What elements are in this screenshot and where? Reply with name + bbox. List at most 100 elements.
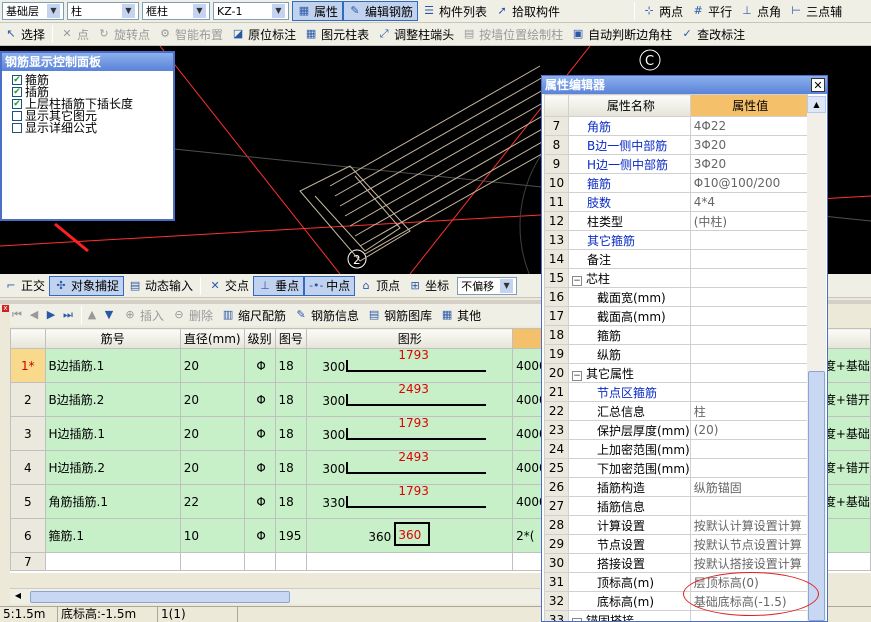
next-icon[interactable]: ▶ [44, 308, 58, 322]
prev-icon[interactable]: ◀ [27, 308, 41, 322]
attribute-button[interactable]: ▦ 属性 [292, 1, 344, 21]
origin-label-button[interactable]: ◪ 原位标注 [227, 24, 300, 44]
object-snap-button[interactable]: ✣ 对象捕捉 [49, 275, 125, 296]
property-row[interactable]: 26 插筋构造 纵筋锚固 [544, 477, 808, 497]
select-button[interactable]: ↖ 选择 [0, 24, 49, 44]
scroll-up-icon[interactable]: ▲ [807, 96, 826, 113]
close-icon[interactable]: ✕ [811, 78, 825, 92]
cell-diameter[interactable] [179, 552, 245, 571]
parallel-button[interactable]: # 平行 [687, 1, 736, 21]
cell-name[interactable]: H边插筋.1 [44, 416, 181, 451]
property-row[interactable]: 8 B边一侧中部筋 3Φ20 [544, 135, 808, 155]
property-scrollbar[interactable]: ▲ [807, 96, 826, 621]
collapse-icon[interactable]: − [572, 275, 582, 286]
adjust-end-button[interactable]: ⤢ 调整柱端头 [373, 24, 458, 44]
cell-diameter[interactable]: 22 [179, 484, 245, 519]
component-select[interactable]: KZ-1 ▼ [213, 2, 289, 20]
edit-rebar-button[interactable]: ✎ 编辑钢筋 [343, 1, 419, 21]
cell-diameter[interactable]: 20 [179, 382, 245, 417]
auto-corner-button[interactable]: ▣ 自动判断边角柱 [567, 24, 676, 44]
property-row[interactable]: 20− 其它属性 [544, 363, 808, 383]
row-number[interactable]: 3 [10, 416, 46, 451]
cell-grade[interactable]: Φ [243, 348, 276, 383]
property-row[interactable]: 18 箍筋 [544, 325, 808, 345]
property-value[interactable] [689, 249, 808, 269]
property-row[interactable]: 17 截面高(mm) [544, 306, 808, 326]
property-row[interactable]: 11 肢数 4*4 [544, 192, 808, 212]
cell-figure[interactable]: 18 [274, 450, 308, 485]
property-value[interactable]: 3Φ20 [689, 135, 808, 155]
cell-name[interactable] [44, 552, 181, 571]
cell-shape[interactable] [306, 552, 514, 571]
cell-grade[interactable]: Φ [243, 450, 276, 485]
property-value[interactable] [689, 230, 808, 250]
cell-figure[interactable]: 18 [274, 348, 308, 383]
row-number[interactable]: 4 [10, 450, 46, 485]
property-row[interactable]: 14 备注 [544, 249, 808, 269]
row-number[interactable]: 2 [10, 382, 46, 417]
smart-layout-button[interactable]: ⚙ 智能布置 [154, 24, 227, 44]
check-label-button[interactable]: ✓ 查改标注 [676, 24, 749, 44]
cell-grade[interactable]: Φ [243, 416, 276, 451]
property-row[interactable]: 21 节点区箍筋 [544, 382, 808, 402]
cell-name[interactable]: H边插筋.2 [44, 450, 181, 485]
property-row[interactable]: 28 计算设置 按默认计算设置计算 [544, 515, 808, 535]
property-value[interactable] [689, 363, 808, 383]
property-value[interactable]: 按默认计算设置计算 [689, 515, 808, 535]
offset-select[interactable]: 不偏移 ▼ [457, 276, 518, 295]
checkbox[interactable]: ✔ [12, 87, 22, 97]
first-icon[interactable]: ⏮ [10, 308, 24, 322]
midpoint-button[interactable]: -•- 中点 [304, 275, 356, 296]
cell-shape[interactable]: 330 1793 [306, 484, 514, 519]
cell-figure[interactable]: 195 [274, 518, 308, 553]
point-angle-button[interactable]: ⊥ 点角 [736, 1, 785, 21]
cell-name[interactable]: 箍筋.1 [44, 518, 181, 553]
cell-name[interactable]: 角筋插筋.1 [44, 484, 181, 519]
up-icon[interactable]: ▲ [85, 308, 99, 322]
property-row[interactable]: 25 下加密范围(mm) [544, 458, 808, 478]
cell-shape[interactable]: 300 2493 [306, 382, 514, 417]
rebar-library-button[interactable]: ▤ 钢筋图库 [363, 305, 436, 325]
property-value[interactable]: 3Φ20 [689, 154, 808, 174]
insert-button[interactable]: ⊕ 插入 [119, 305, 168, 325]
property-value[interactable]: (中柱) [689, 211, 808, 231]
property-value[interactable]: Φ10@100/200 [689, 173, 808, 193]
property-value[interactable]: (20) [689, 420, 808, 440]
cell-grade[interactable]: Φ [243, 382, 276, 417]
close-icon[interactable]: x [2, 305, 9, 312]
checkbox[interactable]: ✔ [12, 75, 22, 85]
property-row[interactable]: 16 截面宽(mm) [544, 287, 808, 307]
property-value[interactable] [689, 325, 808, 345]
row-number[interactable]: 1* [10, 348, 46, 383]
cell-figure[interactable]: 18 [274, 382, 308, 417]
property-row[interactable]: 23 保护层厚度(mm) (20) [544, 420, 808, 440]
property-row[interactable]: 15− 芯柱 [544, 268, 808, 288]
rebar-info-button[interactable]: ✎ 钢筋信息 [290, 305, 363, 325]
property-row[interactable]: 19 纵筋 [544, 344, 808, 364]
property-value[interactable]: 4*4 [689, 192, 808, 212]
property-value[interactable]: 柱 [689, 401, 808, 421]
cell-figure[interactable] [274, 552, 308, 571]
point-button[interactable]: ✕ 点 [56, 24, 93, 44]
cell-name[interactable]: B边插筋.2 [44, 382, 181, 417]
property-value[interactable]: 4Φ22 [689, 116, 808, 136]
property-value[interactable]: 按默认搭接设置计算 [689, 553, 808, 573]
cell-diameter[interactable]: 20 [179, 348, 245, 383]
property-row[interactable]: 12 柱类型 (中柱) [544, 211, 808, 231]
vertex-button[interactable]: ⌂ 顶点 [355, 276, 404, 296]
intersection-button[interactable]: ✕ 交点 [204, 276, 253, 296]
property-value[interactable] [689, 439, 808, 459]
collapse-icon[interactable]: − [572, 617, 582, 621]
wall-draw-button[interactable]: ▤ 按墙位置绘制柱 [458, 24, 567, 44]
cell-figure[interactable]: 18 [274, 416, 308, 451]
cell-name[interactable]: B边插筋.1 [44, 348, 181, 383]
property-row[interactable]: 7 角筋 4Φ22 [544, 116, 808, 136]
property-row[interactable]: 24 上加密范围(mm) [544, 439, 808, 459]
perpendicular-button[interactable]: ⊥ 垂点 [253, 275, 305, 296]
panel-option[interactable]: 显示详细公式 [2, 122, 173, 134]
property-value[interactable]: 纵筋锚固 [689, 477, 808, 497]
cell-grade[interactable]: Φ [243, 518, 276, 553]
row-number[interactable]: 5 [10, 484, 46, 519]
property-value[interactable] [689, 382, 808, 402]
property-row[interactable]: 27 插筋信息 [544, 496, 808, 516]
